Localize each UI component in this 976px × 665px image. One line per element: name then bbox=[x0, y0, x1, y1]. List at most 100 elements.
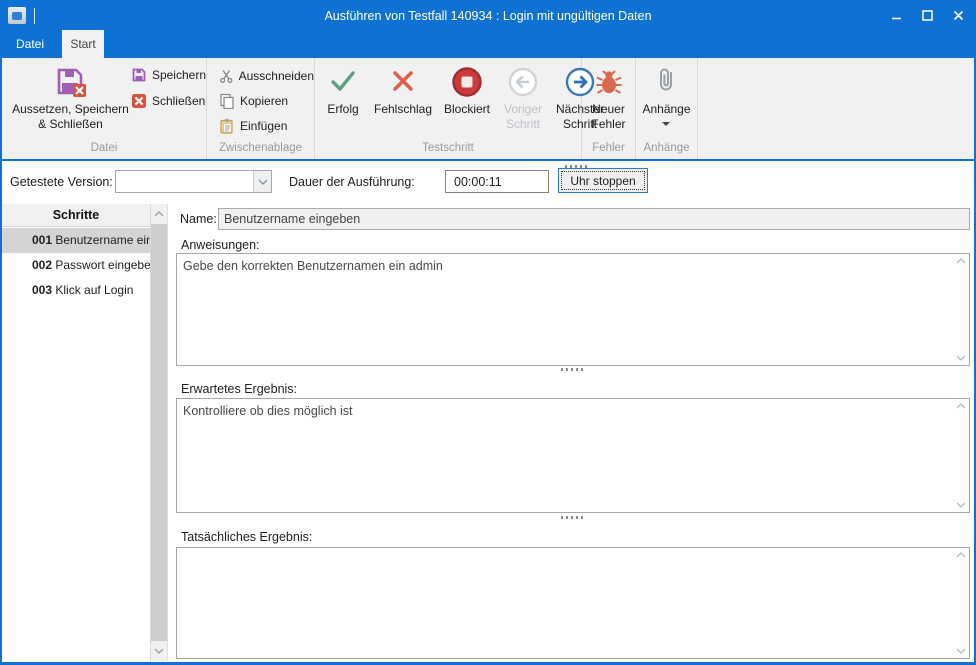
duration-input[interactable] bbox=[445, 170, 549, 193]
step-number: 001 bbox=[32, 233, 52, 247]
minimize-button[interactable] bbox=[881, 2, 912, 29]
tested-version-label: Getestete Version: bbox=[10, 175, 113, 189]
scrollbar-thumb[interactable] bbox=[151, 224, 167, 641]
app-icon[interactable] bbox=[8, 7, 26, 24]
prev-arrow-icon bbox=[506, 65, 540, 101]
execute-testcase-window: Ausführen von Testfall 140934 : Login mi… bbox=[0, 0, 976, 665]
fail-label: Fehlschlag bbox=[374, 102, 432, 117]
step-item-003[interactable]: 003 Klick auf Login bbox=[2, 278, 150, 303]
new-defect-label: Neuer Fehler bbox=[582, 102, 635, 133]
expected-result-textarea[interactable]: Kontrolliere ob dies möglich ist bbox=[177, 399, 969, 512]
save-label: Speichern bbox=[152, 68, 206, 82]
close-icon bbox=[953, 10, 964, 21]
blocked-label: Blockiert bbox=[444, 102, 490, 117]
maximize-button[interactable] bbox=[912, 2, 943, 29]
splitter-handle[interactable] bbox=[561, 516, 585, 519]
suspend-save-close-button[interactable]: Aussetzen, Speichern & Schließen bbox=[10, 58, 131, 133]
close-window-button[interactable]: Schließen bbox=[131, 93, 206, 109]
execution-toolbar: Getestete Version: Dauer der Ausführung:… bbox=[2, 161, 974, 204]
group-label-zwischenablage: Zwischenablage bbox=[207, 141, 314, 159]
duration-label: Dauer der Ausführung: bbox=[289, 175, 415, 189]
group-label-testschritt: Testschritt bbox=[315, 141, 581, 159]
close-button[interactable] bbox=[943, 2, 974, 29]
paste-label: Einfügen bbox=[240, 119, 287, 133]
suspend-save-close-label: Aussetzen, Speichern & Schließen bbox=[10, 102, 131, 133]
dropdown-caret-icon bbox=[662, 122, 670, 126]
group-label-fehler: Fehler bbox=[582, 141, 635, 159]
name-label: Name: bbox=[180, 212, 217, 226]
expected-result-label: Erwartetes Ergebnis: bbox=[181, 382, 297, 396]
steps-panel: Schritte 001 Benutzername eingeben 002 P… bbox=[2, 204, 168, 661]
save-suspend-icon bbox=[53, 65, 87, 101]
step-number: 002 bbox=[32, 258, 52, 272]
stop-watch-button[interactable]: Uhr stoppen bbox=[558, 168, 648, 193]
actual-result-textarea[interactable] bbox=[177, 548, 969, 658]
steps-list: 001 Benutzername eingeben 002 Passwort e… bbox=[2, 228, 150, 661]
copy-button[interactable]: Kopieren bbox=[219, 93, 314, 109]
close-red-icon bbox=[131, 93, 147, 109]
ribbon-group-testschritt: Erfolg Fehlschlag Blockiert bbox=[315, 58, 582, 159]
titlebar-separator bbox=[34, 8, 35, 24]
blocked-button[interactable]: Blockiert bbox=[439, 58, 495, 141]
ribbon-group-datei: Aussetzen, Speichern & Schließen Speiche… bbox=[2, 58, 207, 159]
previous-step-button[interactable]: Voriger Schritt bbox=[499, 58, 547, 141]
steps-scrollbar[interactable] bbox=[150, 204, 167, 661]
bug-icon bbox=[593, 65, 625, 101]
expected-result-box: Kontrolliere ob dies möglich ist bbox=[176, 398, 970, 513]
cut-label: Ausschneiden bbox=[239, 69, 314, 83]
maximize-icon bbox=[922, 10, 933, 21]
step-label: Passwort eingeben bbox=[55, 258, 150, 272]
scroll-down-icon bbox=[956, 648, 966, 654]
attachments-button[interactable]: Anhänge bbox=[642, 58, 690, 141]
instructions-label: Anweisungen: bbox=[181, 238, 260, 252]
cross-icon bbox=[387, 65, 419, 101]
save-button[interactable]: Speichern bbox=[131, 67, 206, 83]
step-label: Klick auf Login bbox=[55, 283, 133, 297]
step-item-002[interactable]: 002 Passwort eingeben bbox=[2, 253, 150, 278]
step-label: Benutzername eingeben bbox=[55, 233, 150, 247]
minimize-icon bbox=[891, 10, 902, 21]
ribbon-group-anhaenge: Anhänge Anhänge bbox=[636, 58, 698, 159]
splitter-handle[interactable] bbox=[561, 368, 585, 371]
instructions-box: Gebe den korrekten Benutzernamen ein adm… bbox=[176, 253, 970, 366]
paste-button[interactable]: Einfügen bbox=[219, 118, 314, 134]
tested-version-combobox[interactable] bbox=[115, 170, 272, 193]
group-label-datei: Datei bbox=[2, 141, 206, 159]
step-detail-pane: Name: Anweisungen: Gebe den korrekten Be… bbox=[176, 204, 970, 661]
scroll-up-icon bbox=[956, 552, 966, 558]
actual-result-label: Tatsächliches Ergebnis: bbox=[181, 530, 312, 544]
step-item-001[interactable]: 001 Benutzername eingeben bbox=[2, 228, 150, 253]
ribbon-group-zwischenablage: Ausschneiden Kopieren bbox=[207, 58, 315, 159]
copy-label: Kopieren bbox=[240, 94, 288, 108]
combo-chevron-icon bbox=[258, 179, 268, 185]
group-label-anhaenge: Anhänge bbox=[636, 141, 697, 159]
cut-icon bbox=[219, 68, 234, 84]
instructions-textarea[interactable]: Gebe den korrekten Benutzernamen ein adm… bbox=[177, 254, 969, 365]
fail-button[interactable]: Fehlschlag bbox=[371, 58, 435, 141]
blocked-icon bbox=[450, 65, 484, 101]
cut-button[interactable]: Ausschneiden bbox=[219, 68, 314, 84]
scroll-up-icon bbox=[154, 211, 164, 217]
copy-icon bbox=[219, 93, 235, 109]
pass-button[interactable]: Erfolg bbox=[319, 58, 367, 141]
title-bar: Ausführen von Testfall 140934 : Login mi… bbox=[2, 2, 974, 29]
scroll-down-icon bbox=[154, 648, 164, 654]
combo-dropdown-button[interactable] bbox=[253, 171, 271, 192]
step-number: 003 bbox=[32, 283, 52, 297]
tab-datei[interactable]: Datei bbox=[10, 30, 50, 58]
scroll-up-button[interactable] bbox=[151, 204, 167, 224]
save-icon bbox=[131, 67, 147, 83]
ribbon: Aussetzen, Speichern & Schließen Speiche… bbox=[2, 58, 974, 161]
tested-version-input[interactable] bbox=[116, 171, 253, 192]
attachments-label: Anhänge bbox=[642, 102, 690, 117]
name-field[interactable] bbox=[218, 208, 970, 230]
window-controls bbox=[881, 2, 974, 29]
tab-start[interactable]: Start bbox=[62, 30, 104, 58]
scroll-up-icon bbox=[956, 403, 966, 409]
scroll-down-button[interactable] bbox=[151, 641, 167, 661]
window-title: Ausführen von Testfall 140934 : Login mi… bbox=[2, 9, 974, 23]
pass-label: Erfolg bbox=[327, 102, 358, 117]
paste-icon bbox=[219, 118, 235, 134]
new-defect-button[interactable]: Neuer Fehler bbox=[582, 58, 635, 141]
scroll-down-icon bbox=[956, 502, 966, 508]
